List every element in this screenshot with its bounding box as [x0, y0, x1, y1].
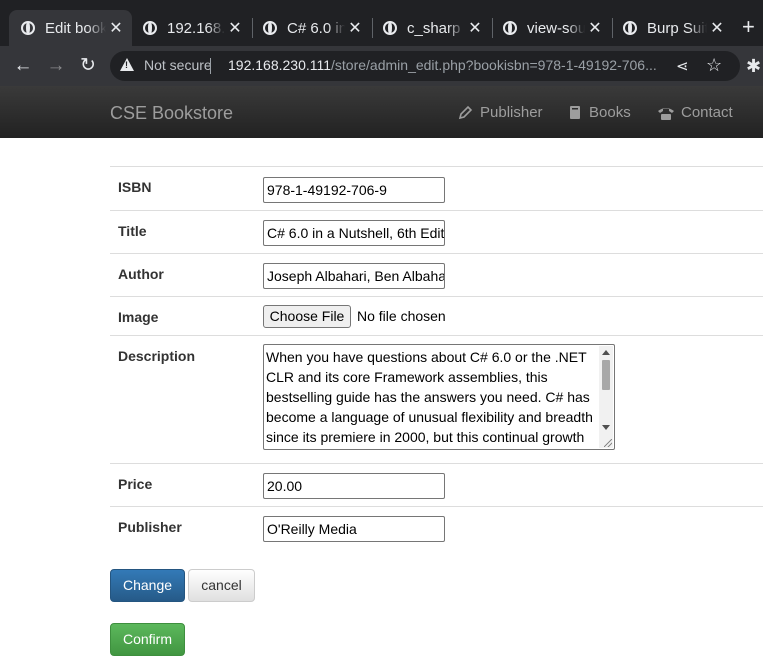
site-navbar: CSE Bookstore Publisher Books Contact: [0, 86, 763, 138]
browser-tab-ip[interactable]: 192.168.230.111 ✕: [131, 10, 251, 46]
tab-label: Burp Suite: [647, 19, 707, 37]
address-bar[interactable]: Not secure 192.168.230.111/store/admin_e…: [110, 51, 740, 81]
globe-icon: [21, 21, 35, 35]
confirm-button[interactable]: Confirm: [110, 623, 185, 656]
file-status: No file chosen: [357, 308, 446, 324]
book-icon: [570, 105, 580, 119]
author-row: Author Joseph Albahari, Ben Albahari: [110, 253, 763, 296]
resize-handle-icon[interactable]: [604, 439, 612, 447]
description-row: Description When you have questions abou…: [110, 335, 763, 463]
change-button[interactable]: Change: [110, 569, 185, 602]
description-text: When you have questions about C# 6.0 or …: [266, 349, 593, 445]
tab-label: Edit book: [45, 19, 106, 37]
scroll-down-arrow-icon[interactable]: [602, 425, 610, 430]
back-arrow-icon[interactable]: ←: [11, 54, 35, 78]
close-icon[interactable]: ✕: [465, 18, 485, 38]
close-icon[interactable]: ✕: [707, 18, 727, 38]
nav-books-link[interactable]: Books: [568, 104, 631, 121]
price-label: Price: [118, 476, 153, 492]
isbn-label: ISBN: [118, 179, 152, 195]
warning-icon[interactable]: [120, 58, 134, 71]
publisher-input[interactable]: O'Reilly Media: [263, 516, 445, 542]
browser-tab-edit-book[interactable]: Edit book ✕: [9, 10, 132, 46]
url-separator: [210, 58, 211, 74]
globe-icon: [263, 21, 277, 35]
site-brand[interactable]: CSE Bookstore: [110, 103, 233, 124]
browser-tab-csharp-book[interactable]: C# 6.0 in a Nutshell ✕: [251, 10, 371, 46]
close-icon[interactable]: ✕: [345, 18, 365, 38]
image-row: Image Choose File No file chosen: [110, 296, 763, 335]
scrollbar-thumb[interactable]: [602, 360, 610, 390]
title-input[interactable]: C# 6.0 in a Nutshell, 6th Edition: [263, 220, 445, 246]
isbn-input[interactable]: 978-1-49192-706-9: [263, 177, 445, 203]
choose-file-button[interactable]: Choose File: [263, 305, 351, 328]
share-icon[interactable]: ⋖: [676, 57, 689, 75]
globe-icon: [623, 21, 637, 35]
author-label: Author: [118, 266, 164, 282]
forward-arrow-icon[interactable]: →: [44, 54, 68, 78]
browser-tab-strip: Edit book ✕ 192.168.230.111 ✕ C# 6.0 in …: [0, 0, 763, 46]
tab-label: 192.168.230.111: [167, 19, 225, 37]
edit-book-form: ISBN 978-1-49192-706-9 Title C# 6.0 in a…: [110, 166, 763, 549]
isbn-row: ISBN 978-1-49192-706-9: [110, 166, 763, 210]
url-path: /store/admin_edit.php?bookisbn=978-1-491…: [331, 57, 657, 73]
url-host: 192.168.230.111: [228, 57, 332, 73]
bookmark-star-icon[interactable]: ☆: [706, 55, 722, 76]
title-row: Title C# 6.0 in a Nutshell, 6th Edition: [110, 210, 763, 253]
browser-tab-view-source[interactable]: view-source ✕: [491, 10, 611, 46]
price-input[interactable]: 20.00: [263, 473, 445, 499]
browser-tab-burp-suite[interactable]: Burp Suite ✕: [611, 10, 733, 46]
close-icon[interactable]: ✕: [106, 18, 126, 38]
new-tab-icon[interactable]: +: [742, 14, 755, 40]
scroll-up-arrow-icon[interactable]: [602, 350, 610, 355]
close-icon[interactable]: ✕: [585, 18, 605, 38]
security-label[interactable]: Not secure: [144, 57, 212, 73]
reload-icon[interactable]: ↻: [76, 54, 100, 78]
price-row: Price 20.00: [110, 463, 763, 506]
tab-label: view-source: [527, 19, 585, 37]
globe-icon: [143, 21, 157, 35]
nav-contact-link[interactable]: Contact: [657, 104, 733, 121]
title-label: Title: [118, 223, 147, 239]
pencil-icon: [458, 105, 473, 119]
textarea-scrollbar[interactable]: [599, 346, 613, 448]
close-icon[interactable]: ✕: [225, 18, 245, 38]
cancel-button[interactable]: cancel: [188, 569, 255, 602]
url-text[interactable]: 192.168.230.111/store/admin_edit.php?boo…: [228, 57, 668, 73]
image-label: Image: [118, 309, 159, 325]
tab-label: c_sharp: [407, 19, 461, 37]
browser-toolbar: ← → ↻ Not secure 192.168.230.111/store/a…: [0, 46, 763, 86]
tab-label: C# 6.0 in a Nutshell: [287, 19, 345, 37]
description-label: Description: [118, 348, 196, 364]
description-textarea[interactable]: When you have questions about C# 6.0 or …: [263, 344, 615, 450]
globe-icon: [383, 21, 397, 35]
author-input[interactable]: Joseph Albahari, Ben Albahari: [263, 263, 445, 289]
nav-publisher-label: Publisher: [480, 104, 543, 121]
publisher-row: Publisher O'Reilly Media: [110, 506, 763, 549]
extensions-icon[interactable]: ✱: [746, 56, 761, 77]
nav-books-label: Books: [589, 104, 631, 121]
globe-icon: [503, 21, 517, 35]
nav-contact-label: Contact: [681, 104, 733, 121]
browser-tab-c-sharp[interactable]: c_sharp ✕: [371, 10, 491, 46]
phone-icon: [658, 107, 674, 120]
publisher-label: Publisher: [118, 519, 182, 535]
nav-publisher-link[interactable]: Publisher: [457, 104, 543, 121]
